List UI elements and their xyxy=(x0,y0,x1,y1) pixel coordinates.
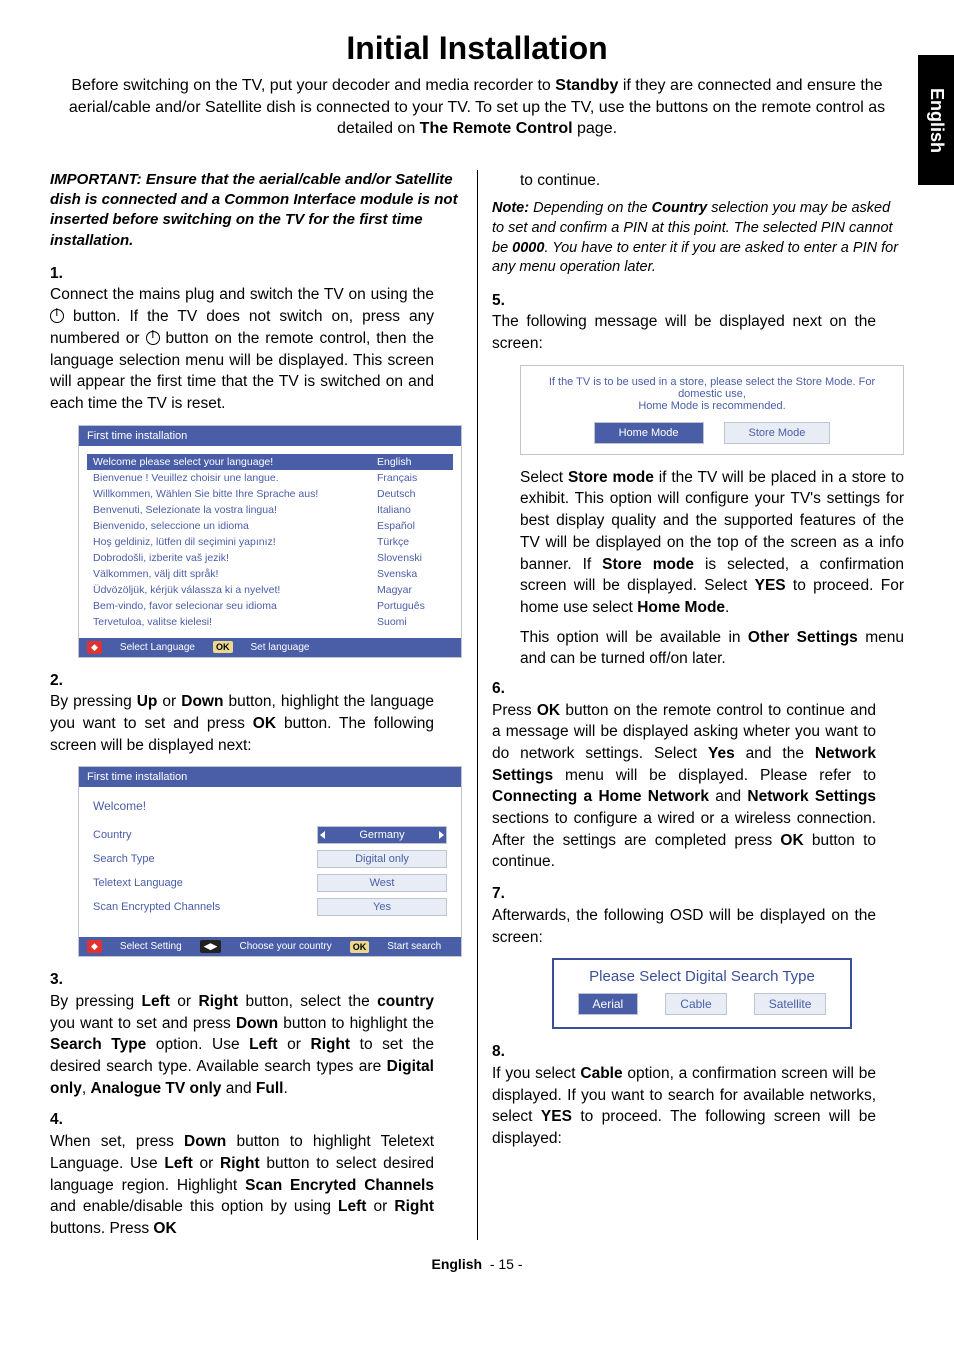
intro-paragraph: Before switching on the TV, put your dec… xyxy=(50,75,904,140)
store-mode-button: Store Mode xyxy=(724,422,831,444)
language-row: Bienvenue ! Veuillez choisir une langue.… xyxy=(87,470,453,486)
step-4: 4. When set, press Down button to highli… xyxy=(50,1109,462,1239)
ok-badge: OK xyxy=(213,641,233,653)
step-2: 2. By pressing Up or Down button, highli… xyxy=(50,670,462,757)
step-4-continued: to continue. xyxy=(520,170,904,192)
home-mode-button: Home Mode xyxy=(594,422,704,444)
language-row: Dobrodošli, izberite vaš jezik!Slovenski xyxy=(87,550,453,566)
language-row: Hoş geldiniz, lütfen dil seçimini yapını… xyxy=(87,534,453,550)
language-row: Bienvenido, seleccione un idiomaEspañol xyxy=(87,518,453,534)
fig1-title: First time installation xyxy=(79,426,461,446)
setting-row: CountryGermany xyxy=(87,823,453,847)
cable-button: Cable xyxy=(665,993,726,1015)
language-row: Willkommen, Wählen Sie bitte Ihre Sprach… xyxy=(87,486,453,502)
step-7: 7. Afterwards, the following OSD will be… xyxy=(492,883,904,948)
language-menu-figure: First time installation Welcome please s… xyxy=(78,425,462,658)
satellite-button: Satellite xyxy=(754,993,827,1015)
country-menu-figure: First time installation Welcome! Country… xyxy=(78,766,462,957)
power-icon xyxy=(146,331,160,345)
side-tab-text: English xyxy=(926,87,947,152)
step-3: 3. By pressing Left or Right button, sel… xyxy=(50,969,462,1099)
step-5: 5. The following message will be display… xyxy=(492,290,904,355)
step-5-continued-b: This option will be available in Other S… xyxy=(520,627,904,670)
page-title: Initial Installation xyxy=(50,30,904,67)
fig2-title: First time installation xyxy=(79,767,461,787)
language-side-tab: English xyxy=(918,55,954,185)
search-type-figure: Please Select Digital Search Type Aerial… xyxy=(552,958,852,1029)
setting-row: Teletext LanguageWest xyxy=(87,871,453,895)
nav-badge: ◆ xyxy=(87,940,102,953)
nav-badge: ◆ xyxy=(87,641,102,654)
setting-row: Scan Encrypted ChannelsYes xyxy=(87,895,453,919)
mode-message-figure: If the TV is to be used in a store, plea… xyxy=(520,365,904,455)
language-row: Üdvözöljük, kérjük válassza ki a nyelvet… xyxy=(87,582,453,598)
setting-row: Search TypeDigital only xyxy=(87,847,453,871)
pin-note: Note: Depending on the Country selection… xyxy=(492,199,904,277)
step-5-continued-a: Select Store mode if the TV will be plac… xyxy=(520,467,904,619)
step-6: 6. Press OK button on the remote control… xyxy=(492,678,904,873)
step-8: 8. If you select Cable option, a confirm… xyxy=(492,1041,904,1149)
page-footer: English - 15 - xyxy=(50,1256,904,1272)
important-notice: IMPORTANT: Ensure that the aerial/cable … xyxy=(50,170,462,251)
language-row: Benvenuti, Selezionate la vostra lingua!… xyxy=(87,502,453,518)
step-1: 1. Connect the mains plug and switch the… xyxy=(50,263,462,415)
lr-badge: ◀▶ xyxy=(200,940,222,953)
language-row: Tervetuloa, valitse kielesi!Suomi xyxy=(87,614,453,630)
language-row: Välkommen, välj ditt språk!Svenska xyxy=(87,566,453,582)
language-row: Welcome please select your language!Engl… xyxy=(87,454,453,470)
power-icon xyxy=(50,309,64,323)
language-row: Bem-vindo, favor selecionar seu idiomaPo… xyxy=(87,598,453,614)
ok-badge: OK xyxy=(350,941,370,953)
aerial-button: Aerial xyxy=(578,993,639,1015)
